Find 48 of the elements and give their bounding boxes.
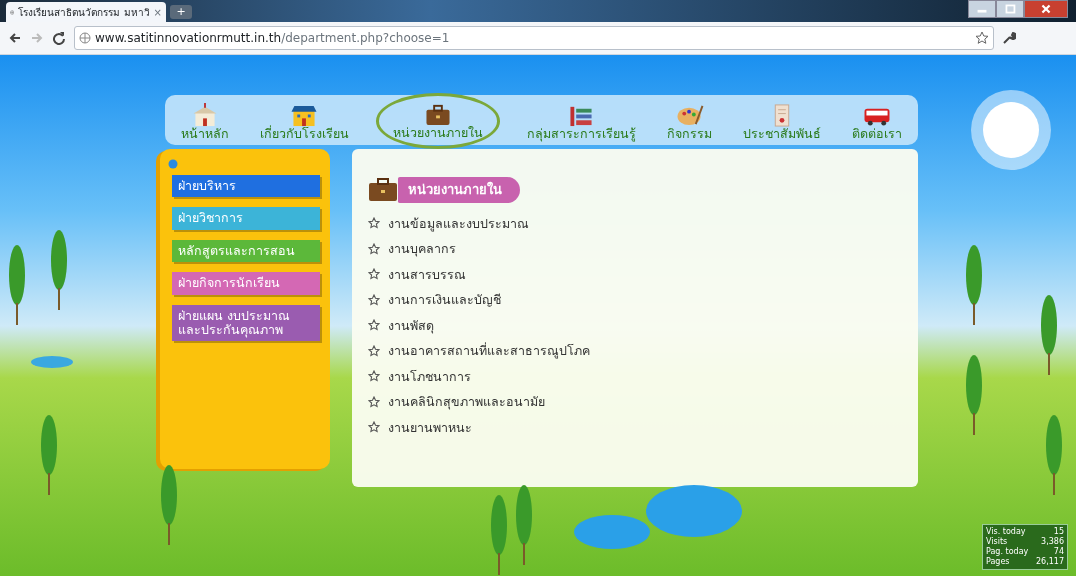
section-heading: หน่วยงานภายใน: [398, 177, 520, 203]
department-link[interactable]: งานข้อมูลและงบประมาณ: [388, 210, 529, 236]
counter-label: Pag. today: [986, 547, 1029, 557]
close-icon[interactable]: [1024, 0, 1068, 18]
globe-icon: [79, 32, 91, 44]
nav-item[interactable]: เกี่ยวกับโรงเรียน: [255, 103, 353, 141]
wrench-icon[interactable]: [1002, 31, 1016, 45]
minimize-icon[interactable]: [968, 0, 996, 18]
department-link[interactable]: งานพัสดุ: [388, 312, 434, 338]
counter-label: Visits: [986, 537, 1008, 547]
tab-title: โรงเรียนสาธิตนวัตกรรม มหาวิ: [18, 5, 150, 20]
new-tab-button[interactable]: +: [170, 5, 192, 19]
department-link[interactable]: งานคลินิกสุขภาพและอนามัย: [388, 389, 545, 415]
palette-icon: [675, 103, 704, 128]
hole-icon: [168, 159, 178, 169]
briefcase-icon: [368, 177, 398, 202]
sidebar-item[interactable]: ฝ่ายแผน งบประมาณ และประกันคุณภาพ: [172, 304, 320, 342]
browser-tab[interactable]: โรงเรียนสาธิตนวัตกรรม มหาวิ ×: [6, 2, 166, 22]
counter-value: 3,386: [1041, 537, 1064, 547]
department-link[interactable]: งานการเงินและบัญชี: [388, 287, 501, 313]
nav-item[interactable]: ประชาสัมพันธ์: [739, 103, 826, 141]
counter-label: Pages: [986, 557, 1010, 567]
counter-value: 15: [1053, 527, 1064, 537]
sidebar-item[interactable]: ฝ่ายวิชาการ: [172, 207, 320, 230]
reload-icon[interactable]: [52, 31, 66, 45]
url-text: www.satitinnovationrmutt.in.th/department.php?choose=1: [95, 30, 450, 47]
department-link[interactable]: งานยานพาหนะ: [388, 414, 472, 440]
nav-item[interactable]: ติดต่อเรา: [848, 103, 907, 141]
counter-value: 26,117: [1036, 557, 1064, 567]
address-bar[interactable]: www.satitinnovationrmutt.in.th/department.php?choose=1: [74, 26, 994, 50]
counter-label: Vis. today: [986, 527, 1026, 537]
close-tab-button[interactable]: ×: [153, 4, 162, 20]
restore-icon[interactable]: [996, 0, 1024, 18]
nav-item[interactable]: กิจกรรม: [663, 103, 717, 141]
sidebar-item[interactable]: ฝ่ายกิจการนักเรียน: [172, 272, 320, 295]
sidebar-item[interactable]: ฝ่ายบริหาร: [172, 175, 320, 198]
briefcase-icon: [423, 102, 452, 127]
department-link[interactable]: งานโภชนาการ: [388, 363, 471, 389]
pond-drawing: [30, 355, 74, 369]
department-link[interactable]: งานบุคลากร: [388, 236, 456, 262]
star-icon[interactable]: [975, 31, 989, 45]
back-icon[interactable]: [8, 31, 22, 45]
counter-value: 74: [1053, 547, 1064, 557]
nav-item[interactable]: หน้าหลัก: [176, 103, 233, 141]
sidebar-item[interactable]: หลักสูตรและการสอน: [172, 239, 320, 263]
nav-item[interactable]: กลุ่มสาระการเรียนรู้: [523, 103, 640, 141]
department-link[interactable]: งานอาคารสถานที่และสาธารณูปโภค: [388, 338, 590, 364]
department-link[interactable]: งานสารบรรณ: [388, 261, 466, 287]
